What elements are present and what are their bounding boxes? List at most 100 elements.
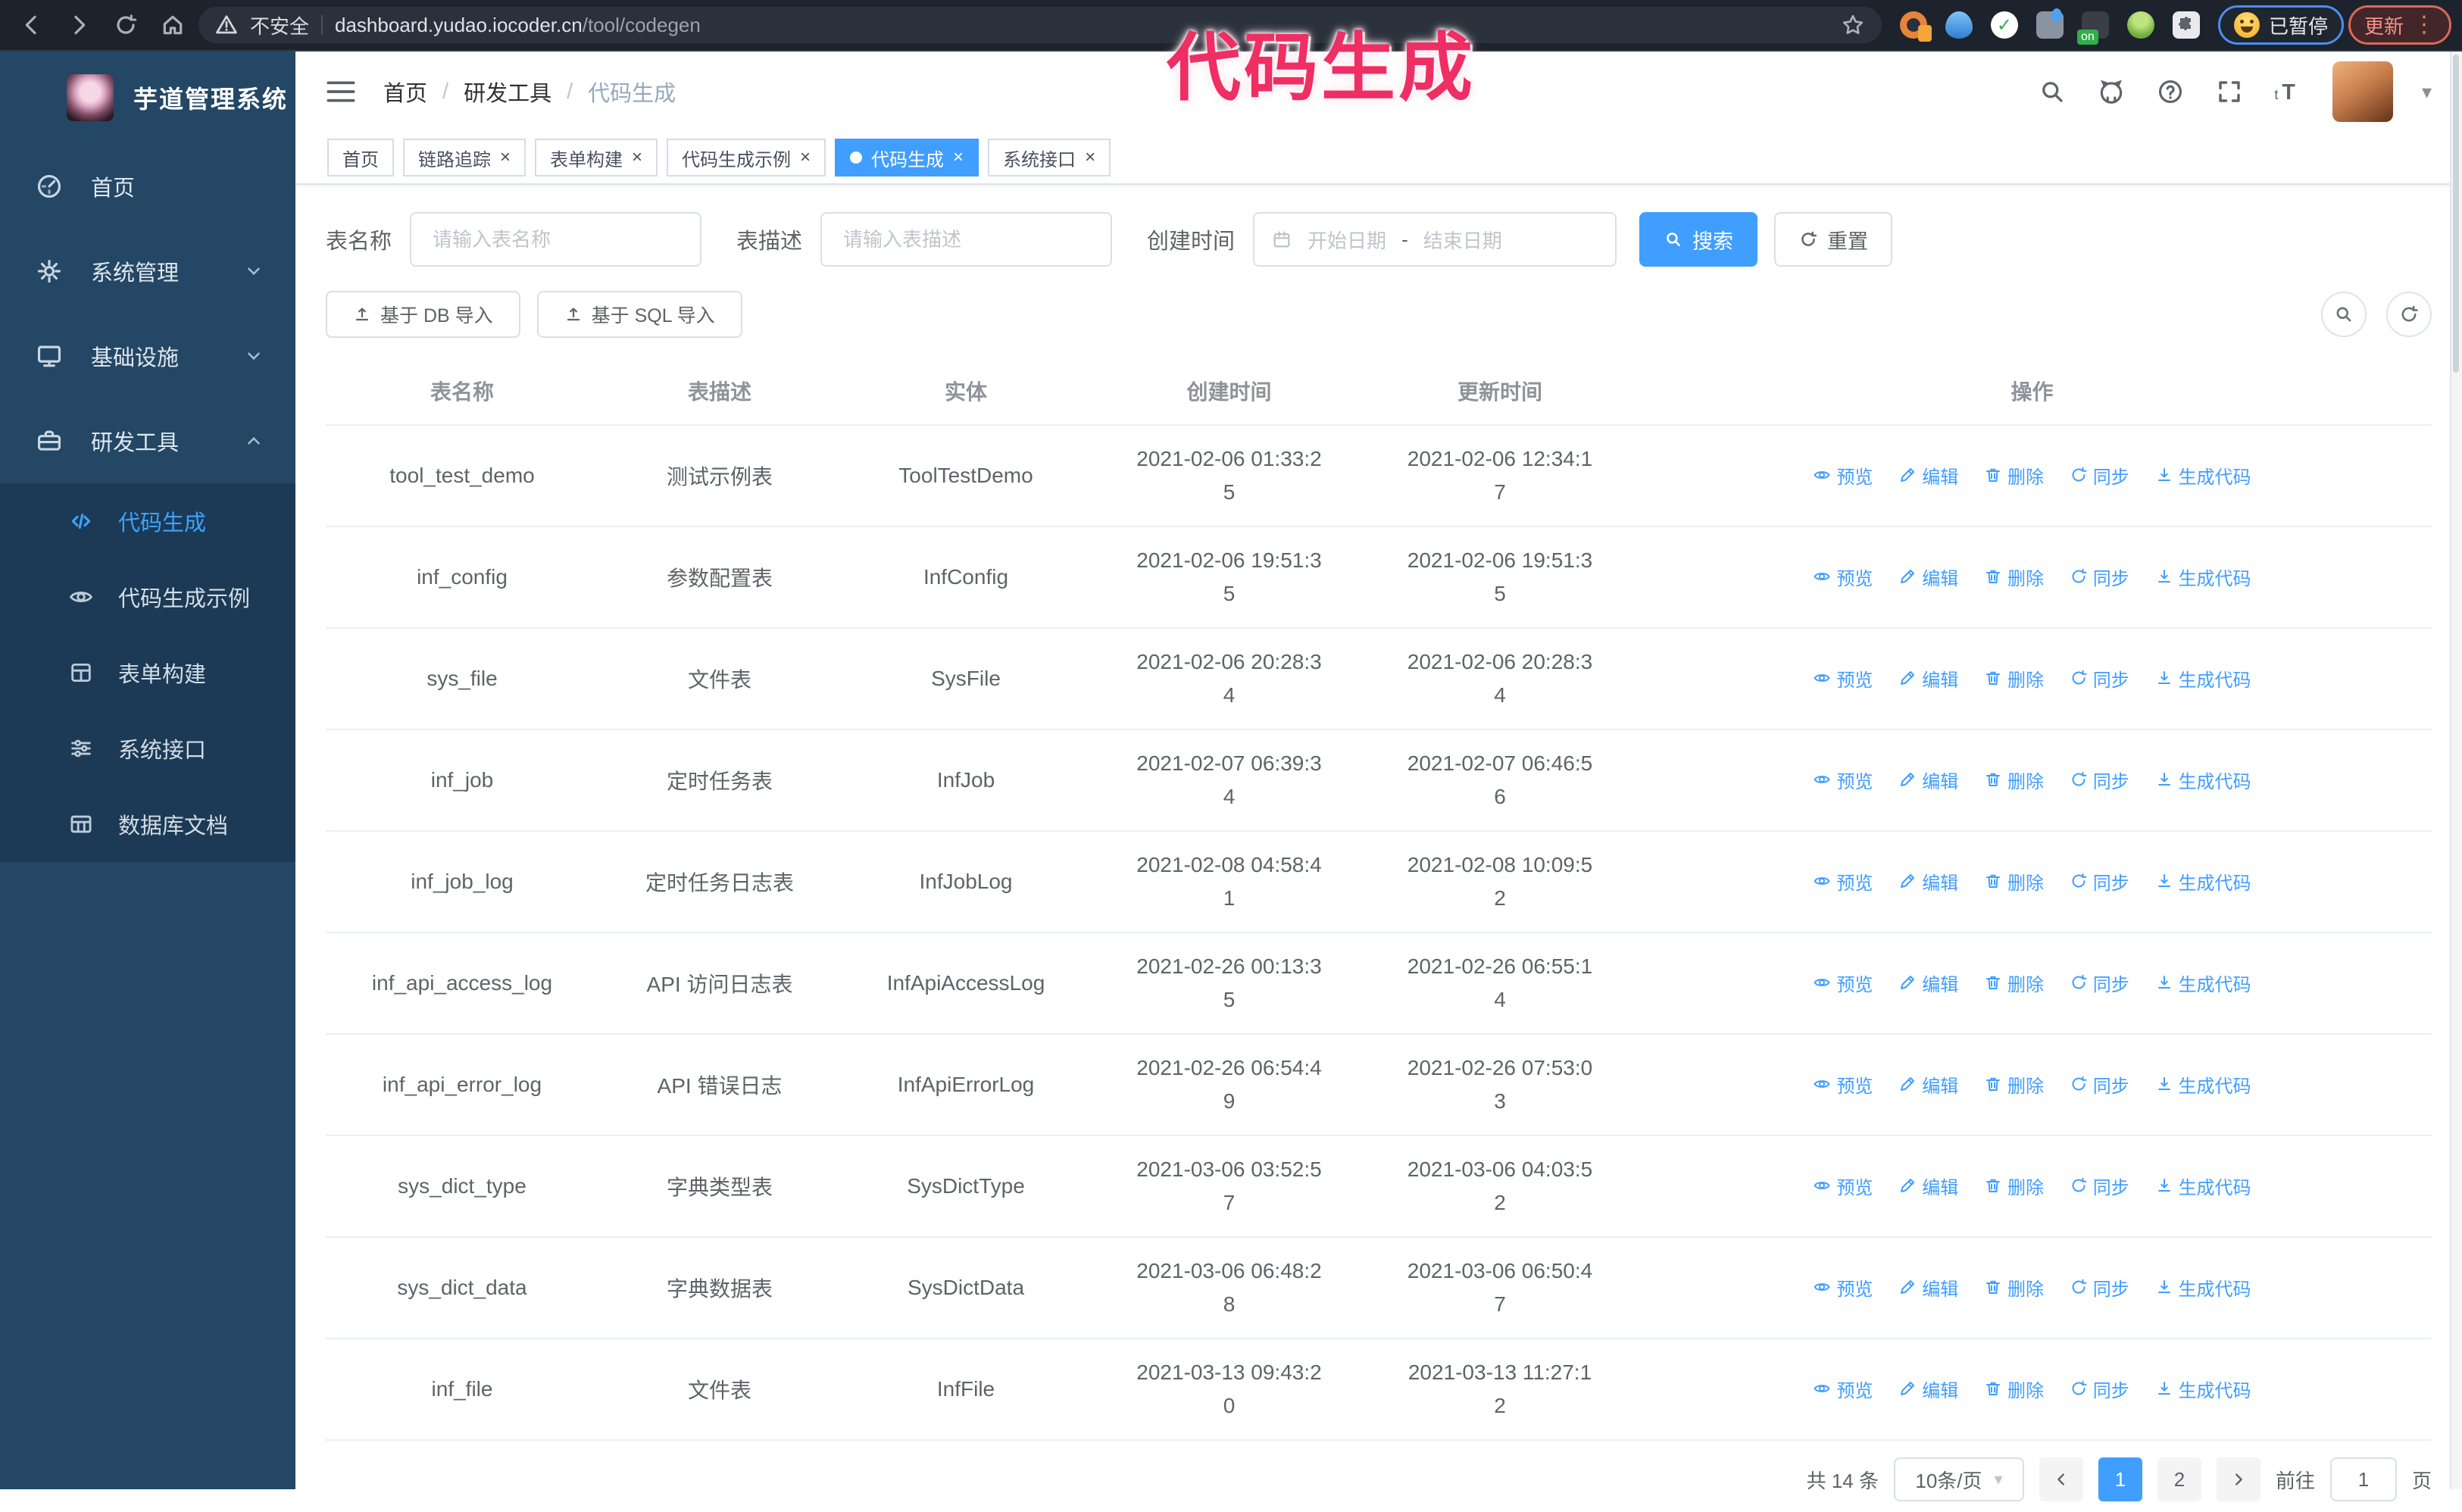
page-button-1[interactable]: 1 <box>2098 1457 2142 1501</box>
search-icon[interactable] <box>2037 77 2067 107</box>
sidebar-item-home[interactable]: 首页 <box>0 144 295 229</box>
delete-link[interactable]: 删除 <box>1984 970 2044 996</box>
next-page-button[interactable] <box>2216 1457 2260 1501</box>
preview-link[interactable]: 预览 <box>1813 1376 1873 1402</box>
sync-link[interactable]: 同步 <box>2070 665 2129 692</box>
generate-code-link[interactable]: 生成代码 <box>2155 1173 2251 1199</box>
browser-home-icon[interactable] <box>152 4 194 46</box>
edit-link[interactable]: 编辑 <box>1898 1376 1958 1402</box>
delete-link[interactable]: 删除 <box>1984 1274 2044 1301</box>
sidebar-item-infrastructure[interactable]: 基础设施 <box>0 314 295 398</box>
generate-code-link[interactable]: 生成代码 <box>2155 868 2251 895</box>
extension-icon[interactable]: ✓ <box>1990 11 2018 39</box>
sidebar-item-dev-tools[interactable]: 研发工具 <box>0 398 295 483</box>
scrollbar-thumb[interactable] <box>2453 55 2459 373</box>
goto-page-input[interactable] <box>2329 1457 2397 1501</box>
delete-link[interactable]: 删除 <box>1984 462 2044 489</box>
edit-link[interactable]: 编辑 <box>1898 970 1958 996</box>
edit-link[interactable]: 编辑 <box>1898 1173 1958 1199</box>
refresh-icon[interactable] <box>2386 292 2432 337</box>
edit-link[interactable]: 编辑 <box>1898 564 1958 590</box>
table-row[interactable]: sys_file 文件表 SysFile 2021-02-06 20:28:34… <box>326 628 2432 730</box>
sync-link[interactable]: 同步 <box>2070 868 2129 895</box>
generate-code-link[interactable]: 生成代码 <box>2155 1071 2251 1098</box>
sync-link[interactable]: 同步 <box>2070 564 2129 590</box>
table-row[interactable]: tool_test_demo 测试示例表 ToolTestDemo 2021-0… <box>326 425 2432 527</box>
user-menu-caret-icon[interactable]: ▾ <box>2422 80 2432 104</box>
font-size-icon[interactable]: tT <box>2273 77 2304 107</box>
sidebar-item-system-api[interactable]: 系统接口 <box>0 711 295 786</box>
end-date-placeholder[interactable]: 结束日期 <box>1423 226 1502 254</box>
github-icon[interactable] <box>2096 77 2126 107</box>
sidebar-collapse-icon[interactable] <box>326 79 356 105</box>
extension-icon[interactable] <box>2036 8 2064 39</box>
tab-trace[interactable]: 链路追踪 × <box>403 139 526 177</box>
preview-link[interactable]: 预览 <box>1813 1274 1873 1301</box>
edit-link[interactable]: 编辑 <box>1898 665 1958 692</box>
reset-button[interactable]: 重置 <box>1774 212 1893 267</box>
sync-link[interactable]: 同步 <box>2070 767 2129 793</box>
delete-link[interactable]: 删除 <box>1984 1173 2044 1199</box>
hide-search-icon[interactable] <box>2321 292 2367 337</box>
table-row[interactable]: sys_dict_data 字典数据表 SysDictData 2021-03-… <box>326 1237 2432 1339</box>
browser-update-button[interactable]: 更新 ⋮ <box>2348 5 2451 45</box>
sidebar-item-codegen-example[interactable]: 代码生成示例 <box>0 559 295 635</box>
tab-codegen-example[interactable]: 代码生成示例 × <box>667 139 826 177</box>
delete-link[interactable]: 删除 <box>1984 665 2044 692</box>
close-icon[interactable]: × <box>500 148 511 167</box>
delete-link[interactable]: 删除 <box>1984 564 2044 590</box>
edit-link[interactable]: 编辑 <box>1898 462 1958 489</box>
table-row[interactable]: inf_job_log 定时任务日志表 InfJobLog 2021-02-08… <box>326 831 2432 933</box>
sidebar-item-system-management[interactable]: 系统管理 <box>0 229 295 314</box>
user-avatar[interactable] <box>2332 61 2393 122</box>
table-desc-input[interactable] <box>820 212 1113 267</box>
table-name-input[interactable] <box>410 212 702 267</box>
bookmark-star-icon[interactable] <box>1841 13 1865 37</box>
delete-link[interactable]: 删除 <box>1984 1376 2044 1402</box>
preview-link[interactable]: 预览 <box>1813 970 1873 996</box>
table-row[interactable]: inf_api_access_log API 访问日志表 InfApiAcces… <box>326 933 2432 1035</box>
tab-codegen[interactable]: 代码生成 × <box>835 139 979 177</box>
browser-menu-kebab-icon[interactable]: ⋮ <box>2413 14 2435 36</box>
edit-link[interactable]: 编辑 <box>1898 1274 1958 1301</box>
edit-link[interactable]: 编辑 <box>1898 1071 1958 1098</box>
close-icon[interactable]: × <box>953 148 964 167</box>
sync-link[interactable]: 同步 <box>2070 1173 2129 1199</box>
preview-link[interactable]: 预览 <box>1813 462 1873 489</box>
sidebar-item-db-doc[interactable]: 数据库文档 <box>0 786 295 862</box>
sync-link[interactable]: 同步 <box>2070 1274 2129 1301</box>
page-button-2[interactable]: 2 <box>2157 1457 2201 1501</box>
preview-link[interactable]: 预览 <box>1813 1173 1873 1199</box>
extension-icon[interactable] <box>1945 11 1973 39</box>
tab-system-api[interactable]: 系统接口 × <box>988 139 1111 177</box>
delete-link[interactable]: 删除 <box>1984 767 2044 793</box>
sync-link[interactable]: 同步 <box>2070 1071 2129 1098</box>
delete-link[interactable]: 删除 <box>1984 1071 2044 1098</box>
extension-icon[interactable]: on <box>2076 11 2109 45</box>
page-size-select[interactable]: 10条/页 ▾ <box>1893 1457 2024 1501</box>
prev-page-button[interactable] <box>2039 1457 2083 1501</box>
preview-link[interactable]: 预览 <box>1813 1071 1873 1098</box>
table-row[interactable]: inf_file 文件表 InfFile 2021-03-13 09:43:20… <box>326 1339 2432 1441</box>
import-db-button[interactable]: 基于 DB 导入 <box>326 291 520 338</box>
generate-code-link[interactable]: 生成代码 <box>2155 665 2251 692</box>
table-row[interactable]: sys_dict_type 字典类型表 SysDictType 2021-03-… <box>326 1136 2432 1238</box>
breadcrumb-item[interactable]: 首页 <box>383 76 427 108</box>
table-row[interactable]: inf_job 定时任务表 InfJob 2021-02-07 06:39:34… <box>326 729 2432 832</box>
profile-paused-badge[interactable]: 已暂停 <box>2217 5 2344 45</box>
app-logo-row[interactable]: 芋道管理系统 <box>0 52 295 144</box>
edit-link[interactable]: 编辑 <box>1898 868 1958 895</box>
fullscreen-icon[interactable] <box>2214 77 2245 107</box>
date-range-picker[interactable]: 开始日期 - 结束日期 <box>1253 212 1617 267</box>
extension-icon[interactable] <box>1899 11 1932 42</box>
generate-code-link[interactable]: 生成代码 <box>2155 767 2251 793</box>
window-scrollbar[interactable] <box>2450 52 2462 1489</box>
generate-code-link[interactable]: 生成代码 <box>2155 1274 2251 1301</box>
search-button[interactable]: 搜索 <box>1639 212 1758 267</box>
table-row[interactable]: inf_config 参数配置表 InfConfig 2021-02-06 19… <box>326 526 2432 629</box>
sync-link[interactable]: 同步 <box>2070 462 2129 489</box>
tab-home[interactable]: 首页 <box>327 139 394 177</box>
close-icon[interactable]: × <box>632 148 642 167</box>
preview-link[interactable]: 预览 <box>1813 767 1873 793</box>
address-bar[interactable]: 不安全 dashboard.yudao.iocoder.cn/tool/code… <box>198 7 1882 43</box>
